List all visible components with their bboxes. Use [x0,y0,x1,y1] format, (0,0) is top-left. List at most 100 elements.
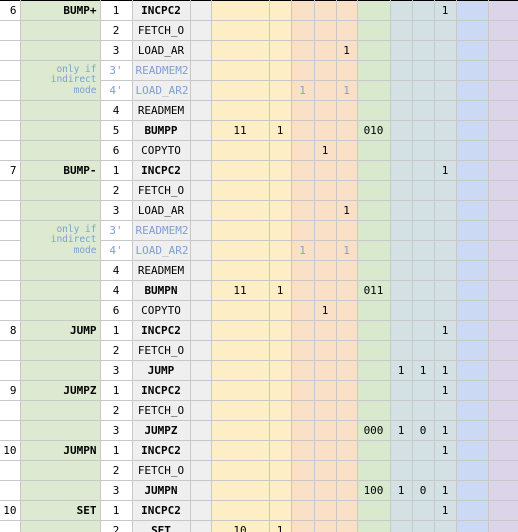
step-number-cell: 4' [100,80,133,101]
blue-field-cell [456,480,489,501]
instruction-name-cell [20,40,101,61]
microop-name-cell: INCPC2 [132,160,191,181]
yellow-field-1-cell: 11 [211,280,270,301]
green-field-cell [357,0,391,21]
opcode-number-cell [0,140,21,161]
blue-field-cell [456,180,489,201]
green-field-cell [357,180,391,201]
opcode-number-cell: 10 [0,440,21,461]
microop-name-cell: BUMPN [132,280,191,301]
spacer-cell [190,480,212,501]
bluegray-field-3-cell [434,180,457,201]
purple-field-cell [488,240,518,261]
orange-field-1-cell [291,420,315,441]
orange-field-3-cell [336,0,358,21]
green-field-cell [357,40,391,61]
orange-field-1-cell [291,360,315,381]
purple-field-cell [488,160,518,181]
yellow-field-1-cell [211,140,270,161]
opcode-number-cell: 7 [0,160,21,181]
green-field-cell [357,260,391,281]
orange-field-3-cell [336,300,358,321]
instruction-name-cell [20,400,101,421]
table-row: 6 COPYTO 1 [0,300,518,321]
orange-field-2-cell [314,160,337,181]
step-number-cell: 1 [100,440,133,461]
opcode-number-cell [0,40,21,61]
bluegray-field-1-cell [390,220,413,241]
blue-field-cell [456,20,489,41]
yellow-field-2-cell [269,100,292,121]
blue-field-cell [456,220,489,241]
microop-name-cell: LOAD_AR2 [132,240,191,261]
purple-field-cell [488,280,518,301]
orange-field-1-cell [291,40,315,61]
green-field-cell [357,320,391,341]
bluegray-field-3-cell: 1 [434,480,457,501]
table-row: 7 BUMP- 1 INCPC2 1 [0,160,518,181]
orange-field-3-cell [336,120,358,141]
yellow-field-2-cell: 1 [269,280,292,301]
orange-field-3-cell [336,420,358,441]
orange-field-2-cell [314,120,337,141]
orange-field-2-cell [314,0,337,21]
spacer-cell [190,40,212,61]
purple-field-cell [488,140,518,161]
instruction-name-cell [20,300,101,321]
yellow-field-2-cell [269,80,292,101]
yellow-field-1-cell [211,480,270,501]
step-number-cell: 3 [100,360,133,381]
step-number-cell: 2 [100,460,133,481]
bluegray-field-3-cell: 1 [434,500,457,521]
instruction-name-cell [20,520,101,532]
spacer-cell [190,460,212,481]
yellow-field-1-cell [211,180,270,201]
bluegray-field-3-cell [434,240,457,261]
orange-field-1-cell [291,120,315,141]
purple-field-cell [488,120,518,141]
microop-name-cell: JUMP [132,360,191,381]
opcode-number-cell [0,180,21,201]
green-field-cell [357,20,391,41]
orange-field-3-cell [336,400,358,421]
note-line-3: mode [73,244,97,256]
orange-field-3-cell [336,260,358,281]
instruction-name-cell [20,260,101,281]
purple-field-cell [488,500,518,521]
spacer-cell [190,240,212,261]
instruction-name-cell [20,340,101,361]
orange-field-2-cell [314,260,337,281]
bluegray-field-3-cell [434,120,457,141]
orange-field-2-cell [314,320,337,341]
spacer-cell [190,20,212,41]
microop-name-cell: INCPC2 [132,0,191,21]
orange-field-3-cell [336,160,358,181]
bluegray-field-1-cell [390,240,413,261]
microop-name-cell: READMEM2 [132,220,191,241]
opcode-number-cell [0,420,21,441]
microop-name-cell: JUMPN [132,480,191,501]
opcode-number-cell [0,240,21,261]
instruction-name-cell: SET [20,500,101,521]
table-row: 3 JUMPN 100 1 0 1 [0,480,518,501]
opcode-number-cell [0,480,21,501]
spacer-cell [190,220,212,241]
blue-field-cell [456,240,489,261]
purple-field-cell [488,480,518,501]
microop-name-cell: FETCH_O [132,460,191,481]
opcode-number-cell [0,460,21,481]
opcode-number-cell [0,280,21,301]
bluegray-field-3-cell: 1 [434,320,457,341]
bluegray-field-3-cell [434,300,457,321]
bluegray-field-2-cell [412,240,435,261]
bluegray-field-3-cell [434,20,457,41]
bluegray-field-3-cell [434,260,457,281]
opcode-number-cell: 8 [0,320,21,341]
yellow-field-2-cell: 1 [269,520,292,532]
purple-field-cell [488,520,518,532]
opcode-number-cell [0,220,21,241]
step-number-cell: 1 [100,380,133,401]
yellow-field-2-cell [269,360,292,381]
bluegray-field-1-cell [390,340,413,361]
yellow-field-2-cell [269,180,292,201]
